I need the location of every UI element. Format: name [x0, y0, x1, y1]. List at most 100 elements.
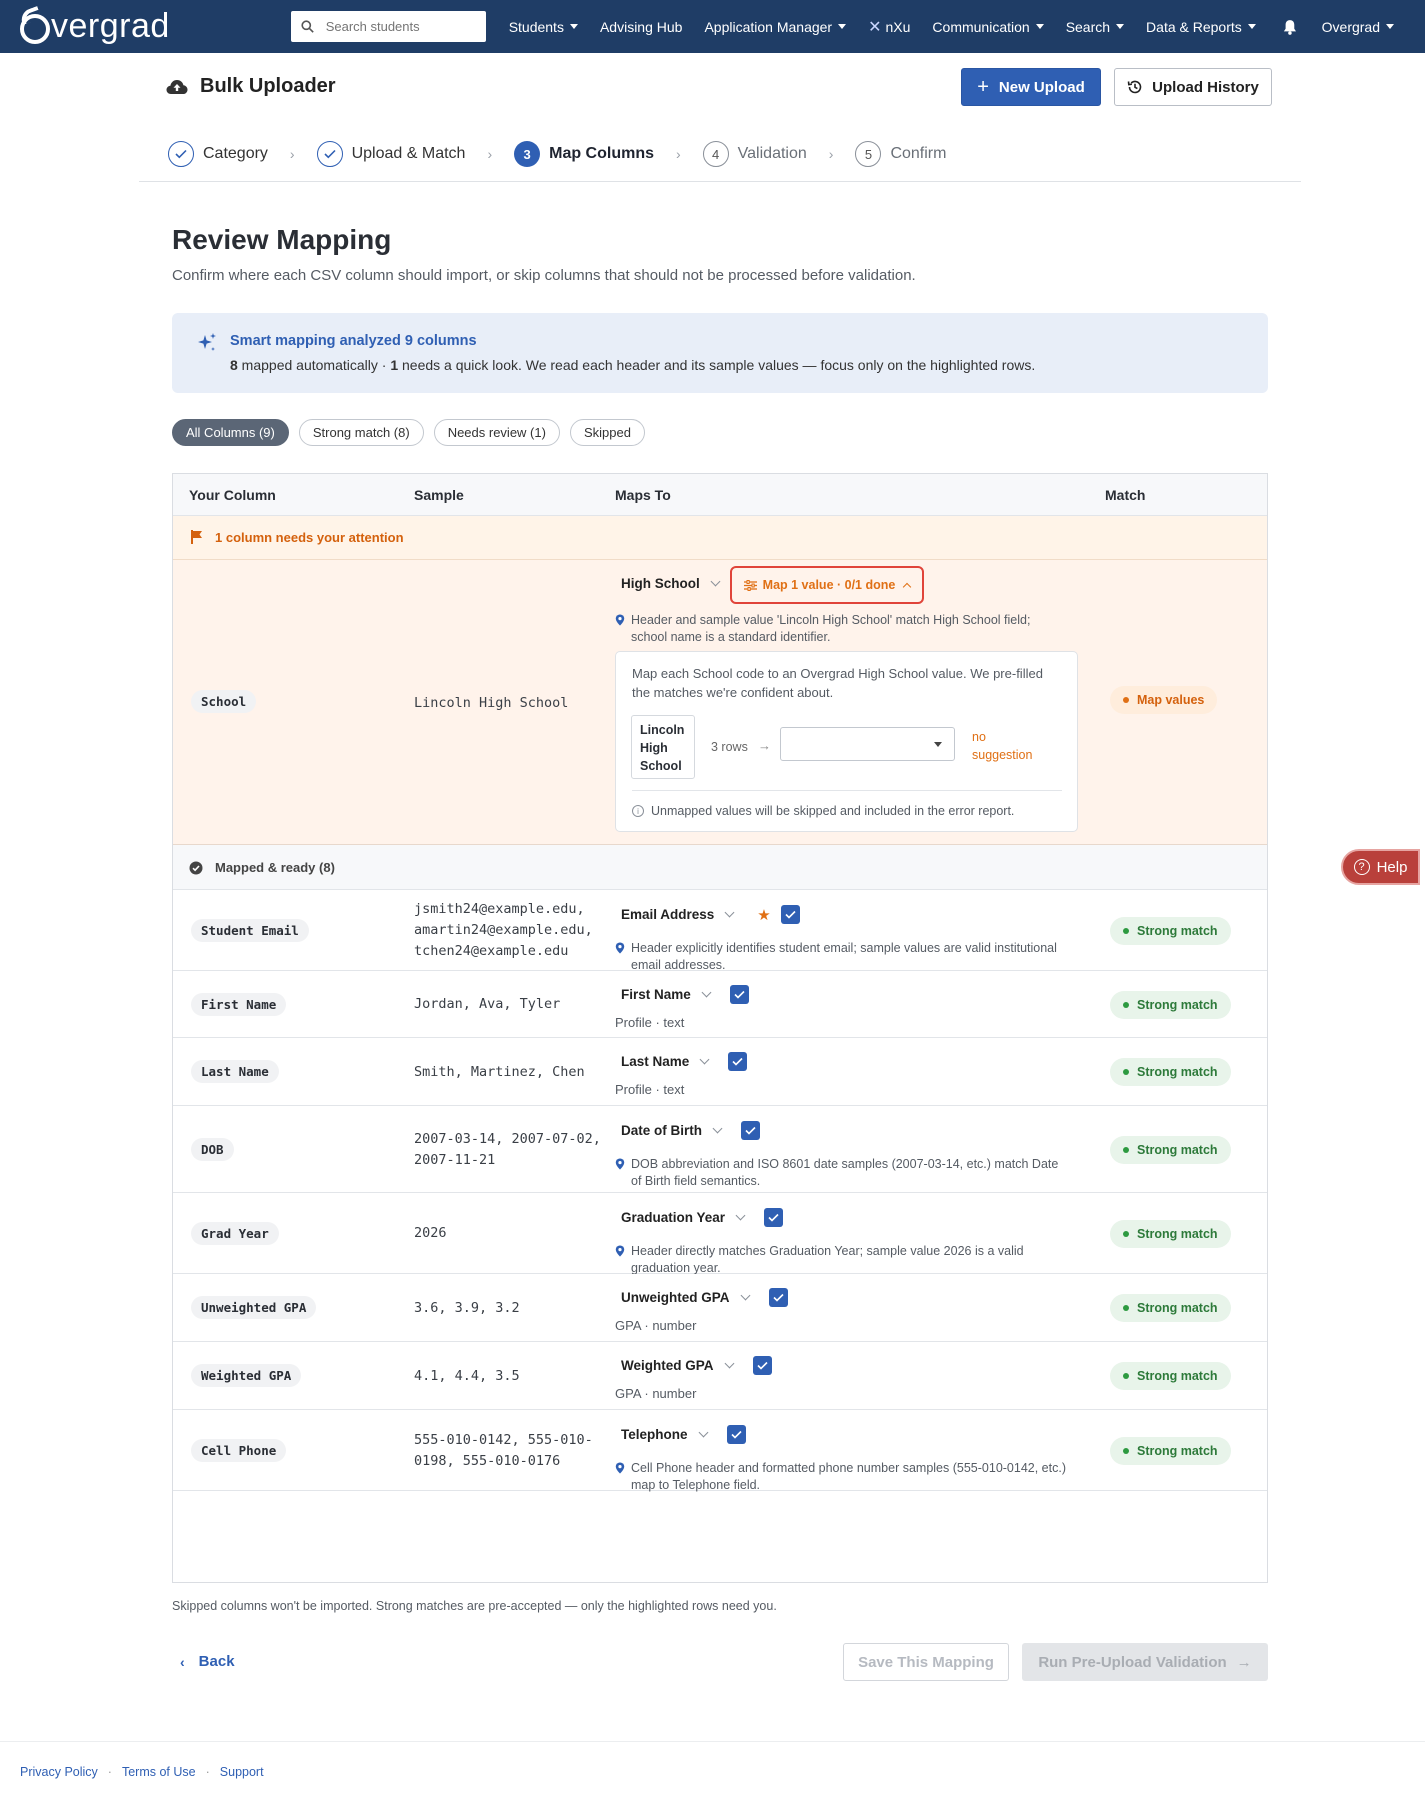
- accept-checkbox[interactable]: [726, 1425, 746, 1444]
- accept-checkbox[interactable]: [729, 985, 749, 1004]
- status-badge: Strong match: [1110, 1294, 1231, 1322]
- sample-value: 4.1, 4.4, 3.5: [414, 1367, 520, 1384]
- field-meta: GPA · number: [615, 1318, 697, 1333]
- nav-item-application-manager[interactable]: Application Manager: [704, 19, 847, 35]
- chevron-right-icon: ›: [487, 146, 493, 162]
- field-select[interactable]: High School: [621, 576, 721, 591]
- filter-chip[interactable]: Strong match (8): [298, 419, 424, 446]
- field-select[interactable]: Unweighted GPA: [621, 1288, 788, 1307]
- accept-checkbox[interactable]: [741, 1121, 760, 1140]
- footer-link[interactable]: Privacy Policy: [20, 1765, 98, 1779]
- mapping-explanation: DOB abbreviation and ISO 8601 date sampl…: [615, 1156, 1070, 1190]
- header-maps-to: Maps To: [615, 487, 671, 503]
- column-name-pill: Weighted GPA: [191, 1364, 302, 1387]
- nav-item-data-reports[interactable]: Data & Reports: [1146, 19, 1256, 35]
- table-row: Unweighted GPA 3.6, 3.9, 3.2 Unweighted GP…: [173, 1274, 1267, 1342]
- status-badge: Strong match: [1110, 1362, 1231, 1390]
- chevron-down-icon: [724, 1358, 734, 1369]
- table-row: Grad Year 2026 Graduation Year Header direc…: [173, 1193, 1267, 1275]
- new-upload-button[interactable]: + New Upload: [961, 68, 1101, 106]
- column-name-pill: Student Email: [191, 918, 309, 942]
- field-select[interactable]: Last Name: [621, 1052, 748, 1071]
- field-meta: Profile · text: [615, 1082, 685, 1097]
- field-meta: GPA · number: [615, 1386, 697, 1401]
- source-value: Lincoln High School: [631, 715, 695, 779]
- attention-text: 1 column needs your attention: [215, 530, 404, 545]
- card-note: i Unmapped values will be skipped and inc…: [632, 804, 1014, 818]
- filter-chip[interactable]: Needs review (1): [433, 419, 560, 446]
- back-button[interactable]: ‹ Back: [180, 1653, 235, 1670]
- help-button[interactable]: ? Help: [1341, 849, 1420, 885]
- nav-item-advising-hub[interactable]: Advising Hub: [600, 19, 683, 35]
- nav-item-nxu[interactable]: ✕ nXu: [868, 17, 910, 37]
- map-values-button[interactable]: Map 1 value · 0/1 done: [730, 566, 924, 604]
- search-box[interactable]: [290, 11, 486, 42]
- step-category[interactable]: Category: [168, 141, 268, 167]
- chevron-down-icon: [724, 907, 735, 918]
- target-value-select[interactable]: [780, 727, 955, 761]
- nav-item-search[interactable]: Search: [1066, 19, 1125, 35]
- save-mapping-button[interactable]: Save This Mapping: [843, 1643, 1009, 1681]
- column-name-pill: Unweighted GPA: [191, 1296, 317, 1319]
- footer-link[interactable]: Support: [220, 1765, 264, 1779]
- filter-chip[interactable]: Skipped: [569, 419, 645, 446]
- field-select[interactable]: First Name: [621, 985, 749, 1004]
- page-title: Bulk Uploader: [166, 75, 336, 98]
- top-nav: vergrad Students Advising Hub Application …: [0, 0, 1425, 53]
- status-badge: Strong match: [1110, 1436, 1231, 1465]
- nav-item-communication[interactable]: Communication: [932, 19, 1044, 35]
- upload-history-button[interactable]: Upload History: [1114, 68, 1272, 106]
- sparkle-icon: [198, 333, 216, 351]
- column-name-pill: First Name: [191, 992, 287, 1016]
- field-select[interactable]: Graduation Year: [621, 1208, 784, 1227]
- step-confirm[interactable]: 5 Confirm: [855, 141, 946, 167]
- overgrad-logo[interactable]: vergrad: [20, 7, 291, 46]
- mapped-ready-text: Mapped & ready (8): [215, 860, 335, 875]
- sample-value: Jordan, Ava, Tyler: [414, 996, 561, 1012]
- nxu-logo-icon: ✕: [868, 18, 882, 36]
- accept-checkbox[interactable]: [780, 905, 800, 924]
- accept-checkbox[interactable]: [728, 1052, 748, 1071]
- bell-icon[interactable]: [1283, 18, 1297, 36]
- footer-link[interactable]: Terms of Use: [122, 1765, 196, 1779]
- info-icon: i: [632, 805, 644, 817]
- pin-icon: [615, 942, 625, 954]
- star-icon: ★: [757, 906, 771, 924]
- step-map-columns[interactable]: 3 Map Columns: [514, 141, 654, 167]
- step-upload-match[interactable]: Upload & Match: [316, 141, 465, 167]
- header-sample: Sample: [414, 487, 464, 503]
- flag-icon: [191, 530, 202, 544]
- step-validation[interactable]: 4 Validation: [702, 141, 807, 167]
- chevron-right-icon: ›: [676, 146, 681, 162]
- header-divider: [139, 181, 1301, 182]
- filter-chips: All Columns (9) Strong match (8) Needs rev…: [172, 419, 655, 446]
- nav-menu: Students Advising Hub Application Manager ✕…: [498, 17, 1267, 37]
- chevron-right-icon: ›: [289, 146, 295, 162]
- field-select[interactable]: Weighted GPA: [621, 1356, 772, 1375]
- attention-bar: 1 column needs your attention: [173, 516, 1267, 560]
- step-number: 4: [702, 141, 729, 167]
- status-badge: Strong match: [1110, 990, 1231, 1019]
- accept-checkbox[interactable]: [752, 1356, 772, 1375]
- filter-chip[interactable]: All Columns (9): [172, 419, 289, 446]
- field-select[interactable]: Email Address ★: [621, 905, 800, 924]
- run-validation-button[interactable]: Run Pre-Upload Validation →: [1022, 1643, 1268, 1681]
- chevron-down-icon: [1116, 24, 1125, 29]
- chevron-up-icon: [903, 582, 912, 591]
- footer-links: Privacy Policy · Terms of Use · Support: [20, 1765, 264, 1779]
- chevron-down-icon: [838, 24, 847, 29]
- sliders-icon: [743, 579, 757, 591]
- nav-item-students[interactable]: Students: [509, 19, 578, 35]
- smart-mapping-banner: Smart mapping analyzed 9 columns 8 mappe…: [172, 313, 1268, 393]
- chevron-down-icon: [735, 1210, 746, 1221]
- field-select[interactable]: Telephone: [621, 1425, 746, 1444]
- sample-value: 3.6, 3.9, 3.2: [414, 1299, 520, 1316]
- question-icon: ?: [1353, 859, 1370, 875]
- search-input[interactable]: [325, 19, 476, 34]
- account-menu[interactable]: Overgrad: [1322, 19, 1394, 35]
- accept-checkbox[interactable]: [768, 1288, 788, 1307]
- accept-checkbox[interactable]: [764, 1208, 784, 1227]
- table-row: Weighted GPA 4.1, 4.4, 3.5 Weighted GPA GPA…: [173, 1342, 1267, 1410]
- table-row: First Name Jordan, Ava, Tyler First Name Pr…: [173, 971, 1267, 1038]
- field-select[interactable]: Date of Birth: [621, 1121, 760, 1140]
